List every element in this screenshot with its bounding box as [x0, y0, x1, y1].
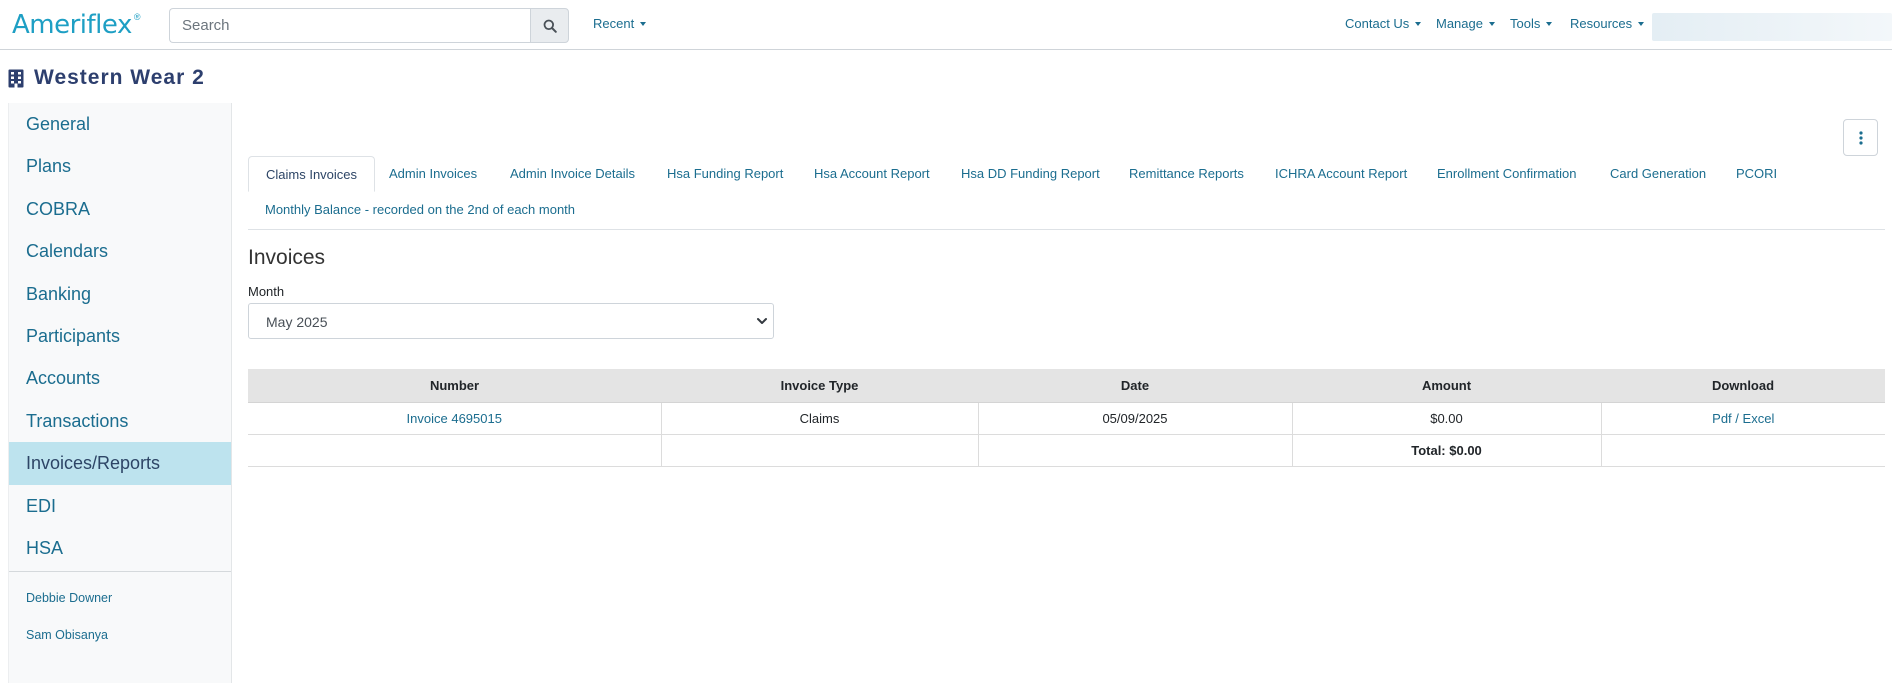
search-group — [169, 8, 569, 43]
empty-cell — [978, 434, 1293, 467]
download-excel-link[interactable]: Excel — [1743, 411, 1775, 426]
caret-down-icon — [1415, 22, 1422, 26]
sidebar-divider — [9, 571, 231, 573]
more-options-button[interactable] — [1843, 119, 1878, 156]
invoice-type-cell: Claims — [661, 402, 979, 435]
empty-cell — [1601, 434, 1885, 467]
invoices-table: Number Invoice Type Date Amount Download… — [248, 369, 1885, 467]
sidebar-item-participants[interactable]: Participants — [9, 315, 231, 357]
tab-claims-invoices[interactable]: Claims Invoices — [248, 156, 376, 192]
sidebar-item-invoices-reports[interactable]: Invoices/Reports — [9, 442, 231, 485]
tab-admin-invoices[interactable]: Admin Invoices — [372, 156, 494, 192]
sidebar-item-transactions[interactable]: Transactions — [9, 400, 231, 442]
download-separator: / — [1735, 410, 1739, 426]
col-header-download: Download — [1601, 369, 1885, 403]
sidebar-user-sam-obisanya[interactable]: Sam Obisanya — [9, 617, 231, 654]
caret-down-icon — [640, 22, 647, 26]
month-select-value: May 2025 — [266, 314, 328, 330]
invoice-amount-cell: $0.00 — [1292, 402, 1602, 435]
nav-contact-us-dropdown[interactable]: Contact Us — [1345, 16, 1422, 31]
table-total-row: Total: $0.00 — [248, 434, 1885, 467]
download-pdf-link[interactable]: Pdf — [1712, 411, 1732, 426]
chevron-down-icon — [757, 318, 767, 324]
sidebar: General Plans COBRA Calendars Banking Pa… — [8, 103, 232, 683]
page-title: Western Wear 2 — [8, 66, 205, 90]
nav-manage-label: Manage — [1436, 16, 1483, 31]
tab-pcori[interactable]: PCORI — [1719, 156, 1794, 192]
total-amount-cell: Total: $0.00 — [1292, 434, 1602, 467]
caret-down-icon — [1638, 22, 1645, 26]
col-header-invoice-type: Invoice Type — [661, 369, 978, 403]
sidebar-user-debbie-downer[interactable]: Debbie Downer — [9, 580, 231, 617]
sidebar-item-banking[interactable]: Banking — [9, 273, 231, 315]
sidebar-item-calendars[interactable]: Calendars — [9, 230, 231, 272]
month-label: Month — [248, 284, 285, 299]
tab-admin-invoice-details[interactable]: Admin Invoice Details — [493, 156, 652, 192]
nav-resources-dropdown[interactable]: Resources — [1570, 16, 1645, 31]
top-navbar: Ameriflex ® Recent Contact Us Manage Too… — [0, 0, 1892, 50]
tab-hsa-funding-report[interactable]: Hsa Funding Report — [650, 156, 800, 192]
sidebar-item-accounts[interactable]: Accounts — [9, 357, 231, 399]
caret-down-icon — [1488, 22, 1495, 26]
search-input[interactable] — [169, 8, 530, 43]
search-icon — [543, 19, 557, 33]
invoice-number-link[interactable]: Invoice 4695015 — [407, 411, 502, 426]
tab-hsa-dd-funding-report[interactable]: Hsa DD Funding Report — [944, 156, 1117, 192]
tab-monthly-balance[interactable]: Monthly Balance - recorded on the 2nd of… — [248, 192, 592, 228]
logo-registered-mark: ® — [133, 12, 141, 22]
col-header-number: Number — [248, 369, 661, 403]
user-menu-bar[interactable] — [1652, 13, 1892, 41]
vertical-ellipsis-icon — [1858, 130, 1863, 145]
building-icon — [8, 69, 24, 87]
nav-manage-dropdown[interactable]: Manage — [1436, 16, 1495, 31]
sidebar-item-edi[interactable]: EDI — [9, 485, 231, 527]
invoices-heading: Invoices — [248, 246, 326, 269]
nav-tools-dropdown[interactable]: Tools — [1510, 16, 1553, 31]
empty-cell — [661, 434, 979, 467]
employer-name: Western Wear 2 — [34, 66, 205, 89]
tab-hsa-account-report[interactable]: Hsa Account Report — [797, 156, 947, 192]
caret-down-icon — [1546, 22, 1553, 26]
nav-recent-label: Recent — [593, 16, 635, 31]
download-cell: Pdf / Excel — [1601, 402, 1885, 435]
search-button[interactable] — [530, 8, 569, 43]
nav-recent-dropdown[interactable]: Recent — [593, 16, 647, 31]
invoice-date-cell: 05/09/2025 — [978, 402, 1293, 435]
sidebar-item-cobra[interactable]: COBRA — [9, 188, 231, 230]
report-tabs: Claims Invoices Admin Invoices Admin Inv… — [248, 156, 1885, 230]
tab-card-generation[interactable]: Card Generation — [1593, 156, 1723, 192]
nav-resources-label: Resources — [1570, 16, 1633, 31]
nav-tools-label: Tools — [1510, 16, 1541, 31]
logo-text: Ameriflex — [12, 10, 132, 40]
sidebar-item-hsa[interactable]: HSA — [9, 527, 231, 569]
empty-cell — [248, 434, 662, 467]
table-row: Invoice 4695015 Claims 05/09/2025 $0.00 … — [248, 402, 1885, 435]
sidebar-item-general[interactable]: General — [9, 103, 231, 145]
invoice-number-cell: Invoice 4695015 — [248, 402, 662, 435]
col-header-amount: Amount — [1292, 369, 1601, 403]
ameriflex-logo[interactable]: Ameriflex ® — [12, 9, 140, 41]
tab-enrollment-confirmation[interactable]: Enrollment Confirmation — [1420, 156, 1593, 192]
table-header-row: Number Invoice Type Date Amount Download — [248, 369, 1885, 403]
tab-remittance-reports[interactable]: Remittance Reports — [1112, 156, 1261, 192]
month-select[interactable]: May 2025 — [248, 303, 774, 339]
tab-ichra-account-report[interactable]: ICHRA Account Report — [1258, 156, 1424, 192]
col-header-date: Date — [978, 369, 1292, 403]
nav-contact-us-label: Contact Us — [1345, 16, 1410, 31]
sidebar-item-plans[interactable]: Plans — [9, 145, 231, 187]
